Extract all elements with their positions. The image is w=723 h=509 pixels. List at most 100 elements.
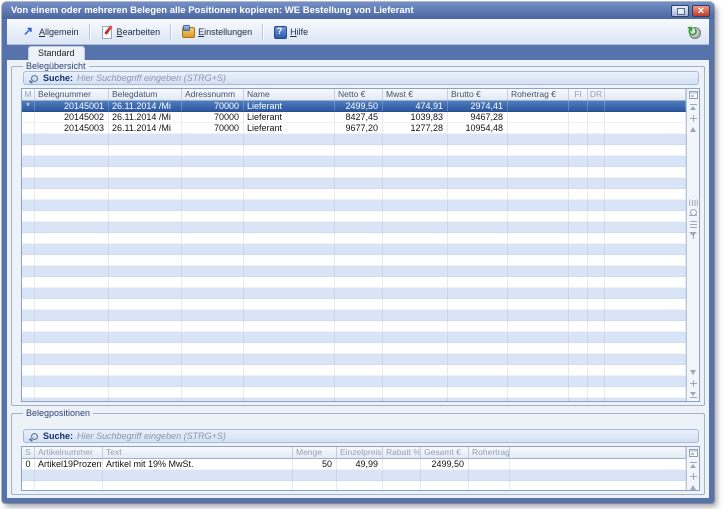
table-cell [335,288,383,298]
table-cell [22,167,35,177]
table-row[interactable]: 0Artikel19ProzentArtikel mit 19% MwSt.50… [22,459,686,470]
table-cell [383,244,448,254]
table-row [22,167,686,178]
table-cell [293,481,337,490]
append-row-icon[interactable] [688,379,699,388]
menu-hilfe[interactable]: Hilfe [265,22,316,42]
menu-item-label: Einstellungen [198,27,252,37]
go-last-row-icon[interactable] [688,390,699,399]
go-first-row-icon[interactable] [688,103,699,112]
column-header[interactable]: Belegnummer [35,89,109,100]
column-header[interactable]: Brutto € [448,89,508,100]
autosize-columns-icon[interactable] [689,199,698,207]
column-header[interactable]: DR [588,89,605,100]
column-header[interactable]: Text [103,447,293,458]
table-cell [569,134,588,144]
titlebar[interactable]: Von einem oder mehreren Belegen alle Pos… [2,2,714,19]
table-cell [569,200,588,210]
table-cell [182,233,244,243]
table-cell [182,277,244,287]
menu-allgemein[interactable]: Allgemein [14,22,87,42]
add-row-icon[interactable] [688,114,699,123]
table-cell [588,288,605,298]
group-label-beleguebersicht: Belegübersicht [23,62,89,70]
sum-rows-icon[interactable] [688,220,699,229]
table-cell [335,156,383,166]
maximize-restore-button[interactable] [671,5,689,17]
table-cell [605,376,686,386]
column-header[interactable]: Adressnumm [182,89,244,100]
table-cell [182,200,244,210]
table-cell [335,211,383,221]
table-cell [448,134,508,144]
table-cell [569,189,588,199]
table-cell [109,288,182,298]
table-cell [448,244,508,254]
column-header[interactable]: Artikelnummer [35,447,103,458]
column-header[interactable]: Einzelpreis € [337,447,383,458]
column-header[interactable] [510,447,686,458]
table-cell [109,255,182,265]
table-cell [383,233,448,243]
table-cell [508,387,569,397]
column-chooser-icon[interactable] [689,449,698,457]
table-row[interactable]: 2014500326.11.2014 /Mi70000Lieferant9677… [22,123,686,134]
group-belegpositionen: Belegpositionen Suche: Hier Suchbegriff … [11,409,705,495]
column-header[interactable]: Gesamt € [421,447,469,458]
table-cell [448,200,508,210]
column-header[interactable]: S [22,447,35,458]
column-header[interactable]: Rabatt % [383,447,421,458]
table-cell [605,321,686,331]
table-cell [109,189,182,199]
table-cell [605,277,686,287]
close-button[interactable] [692,5,710,17]
menu-einstellungen[interactable]: Einstellungen [173,22,260,42]
table-cell [109,387,182,397]
previous-row-icon[interactable] [688,125,699,134]
menubar: AllgemeinBearbeiten Einstellungen Hilfe [7,19,709,45]
table-cell [182,310,244,320]
table-cell [35,167,109,177]
column-header[interactable]: Mwst € [383,89,448,100]
table-cell: 26.11.2014 /Mi [109,112,182,122]
positions-search-input[interactable]: Suche: Hier Suchbegriff eingeben (STRG+S… [23,429,699,443]
table-cell [448,310,508,320]
column-header[interactable]: Name [244,89,335,100]
table-cell [448,299,508,309]
table-cell [35,178,109,188]
table-row [22,288,686,299]
column-header[interactable]: Belegdatum [109,89,182,100]
menu-bearbeiten[interactable]: Bearbeiten [92,22,169,42]
column-header[interactable]: Rohertrag € [469,447,510,458]
table-cell [383,277,448,287]
table-cell [35,288,109,298]
table-row[interactable]: 2014500226.11.2014 /Mi70000Lieferant8427… [22,112,686,123]
find-icon[interactable] [688,209,699,218]
filter-icon[interactable] [688,231,699,240]
refresh-icon[interactable] [687,25,702,39]
tab-standard[interactable]: Standard [28,46,85,60]
table-cell [22,376,35,386]
add-row-icon[interactable] [688,472,699,481]
table-cell [508,354,569,364]
table-cell [22,398,35,401]
column-header[interactable]: M [22,89,35,100]
search-input[interactable]: Suche: Hier Suchbegriff eingeben (STRG+S… [23,71,699,85]
table-cell: 20145002 [35,112,109,122]
column-header[interactable]: Rohertrag € [508,89,569,100]
table-cell [383,178,448,188]
table-cell [508,123,569,133]
table-cell [448,211,508,221]
arrow-ne-icon [22,25,35,38]
column-header[interactable]: Netto € [335,89,383,100]
table-cell: 1277,28 [383,123,448,133]
table-row[interactable]: *2014500126.11.2014 /Mi70000Lieferant249… [22,101,686,112]
go-first-row-icon[interactable] [688,461,699,470]
table-cell [508,299,569,309]
column-header[interactable]: FI [569,89,588,100]
column-header[interactable] [605,89,686,100]
next-row-icon[interactable] [688,368,699,377]
column-header[interactable]: Menge [293,447,337,458]
previous-row-icon[interactable] [688,483,699,491]
column-chooser-icon[interactable] [689,91,698,99]
